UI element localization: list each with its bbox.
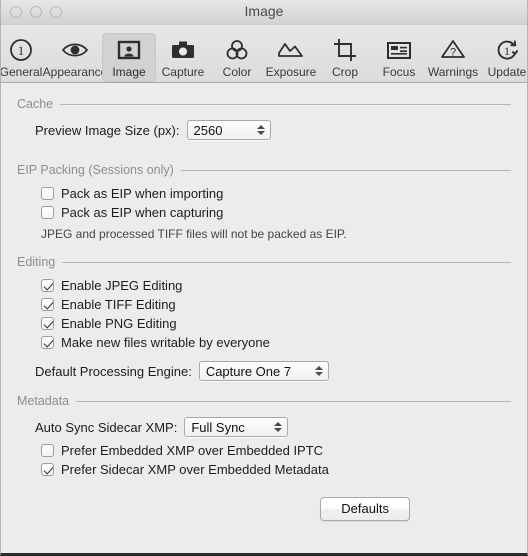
preview-image-size-value: 2560	[193, 122, 223, 138]
section-header-editing: Editing	[17, 255, 511, 269]
histogram-icon	[276, 36, 306, 64]
footer-button-row: Defaults	[17, 497, 511, 521]
make-files-writable-checkbox[interactable]	[41, 336, 54, 349]
chevron-down-icon[interactable]	[274, 428, 283, 432]
portrait-frame-icon	[116, 36, 142, 64]
toolbar-item-capture[interactable]: Capture	[156, 33, 210, 82]
pack-eip-importing-label: Pack as EIP when importing	[61, 186, 224, 201]
preferences-toolbar: 1 General Appearance Image Capture Color…	[1, 25, 527, 83]
pack-eip-capturing-checkbox[interactable]	[41, 206, 54, 219]
enable-jpeg-editing-row[interactable]: Enable JPEG Editing	[17, 278, 511, 293]
toolbar-item-exposure[interactable]: Exposure	[264, 33, 318, 82]
section-header-eip: EIP Packing (Sessions only)	[17, 163, 511, 177]
preferences-content: Cache Preview Image Size (px): 2560 EIP …	[1, 83, 527, 553]
window-title: Image	[244, 3, 284, 19]
prefer-sidecar-xmp-label: Prefer Sidecar XMP over Embedded Metadat…	[61, 462, 329, 477]
section-title-eip: EIP Packing (Sessions only)	[17, 163, 174, 177]
prefer-sidecar-xmp-checkbox[interactable]	[41, 463, 54, 476]
default-processing-engine-select[interactable]: Capture One 7	[198, 361, 329, 381]
auto-sync-sidecar-xmp-select[interactable]: Full Sync	[184, 417, 289, 437]
enable-png-editing-checkbox[interactable]	[41, 317, 54, 330]
enable-jpeg-editing-checkbox[interactable]	[41, 279, 54, 292]
make-files-writable-label: Make new files writable by everyone	[61, 335, 270, 350]
toolbar-item-warnings[interactable]: ? Warnings	[426, 33, 480, 82]
auto-sync-sidecar-xmp-value: Full Sync	[191, 419, 245, 435]
pack-eip-capturing-row[interactable]: Pack as EIP when capturing	[17, 205, 511, 220]
enable-tiff-editing-row[interactable]: Enable TIFF Editing	[17, 297, 511, 312]
svg-text:?: ?	[450, 47, 456, 59]
chevron-up-icon[interactable]	[274, 422, 283, 426]
chevron-up-icon[interactable]	[314, 366, 323, 370]
chevron-down-icon[interactable]	[256, 131, 265, 135]
pack-eip-capturing-label: Pack as EIP when capturing	[61, 205, 224, 220]
warning-triangle-icon: ?	[439, 36, 467, 64]
stepper-arrows[interactable]	[256, 125, 268, 135]
toolbar-item-exposure-label: Exposure	[265, 65, 317, 79]
section-divider	[76, 400, 511, 402]
circled-one-icon: 1	[8, 36, 34, 64]
toolbar-item-update[interactable]: 1 Update	[480, 33, 527, 82]
preview-image-size-label: Preview Image Size (px):	[35, 122, 180, 138]
auto-sync-sidecar-xmp-row: Auto Sync Sidecar XMP: Full Sync	[17, 417, 511, 437]
toolbar-item-image-label: Image	[112, 65, 146, 79]
svg-text:1: 1	[504, 44, 510, 58]
section-title-editing: Editing	[17, 255, 56, 269]
toolbar-item-crop[interactable]: Crop	[318, 33, 372, 82]
prefer-embedded-xmp-label: Prefer Embedded XMP over Embedded IPTC	[61, 443, 324, 458]
section-title-cache: Cache	[17, 97, 54, 111]
toolbar-item-appearance-label: Appearance	[42, 65, 108, 79]
eip-note: JPEG and processed TIFF files will not b…	[41, 227, 347, 241]
make-files-writable-row[interactable]: Make new files writable by everyone	[17, 335, 511, 350]
pack-eip-importing-checkbox[interactable]	[41, 187, 54, 200]
toolbar-item-crop-label: Crop	[331, 65, 358, 79]
section-divider	[180, 169, 511, 171]
grid-panel-icon	[385, 36, 413, 64]
chevron-up-icon[interactable]	[256, 125, 265, 129]
stepper-arrows[interactable]	[274, 422, 285, 432]
default-processing-engine-value: Capture One 7	[205, 363, 292, 379]
preview-image-size-stepper[interactable]: 2560	[186, 120, 271, 140]
toolbar-item-warnings-label: Warnings	[427, 65, 479, 79]
camera-icon	[169, 36, 197, 64]
eye-icon	[60, 36, 90, 64]
prefer-sidecar-xmp-row[interactable]: Prefer Sidecar XMP over Embedded Metadat…	[17, 462, 511, 477]
toolbar-item-appearance[interactable]: Appearance	[43, 33, 107, 82]
toolbar-item-general-label: General	[0, 65, 43, 79]
default-processing-engine-label: Default Processing Engine:	[35, 363, 192, 379]
section-divider	[62, 261, 511, 263]
auto-sync-sidecar-xmp-label: Auto Sync Sidecar XMP:	[35, 419, 178, 435]
crop-marks-icon	[332, 36, 358, 64]
prefer-embedded-xmp-row[interactable]: Prefer Embedded XMP over Embedded IPTC	[17, 443, 511, 458]
enable-tiff-editing-checkbox[interactable]	[41, 298, 54, 311]
chevron-down-icon[interactable]	[314, 372, 323, 376]
defaults-button[interactable]: Defaults	[320, 497, 410, 521]
pack-eip-importing-row[interactable]: Pack as EIP when importing	[17, 186, 511, 201]
enable-jpeg-editing-label: Enable JPEG Editing	[61, 278, 183, 293]
toolbar-item-image[interactable]: Image	[102, 33, 156, 82]
toolbar-item-capture-label: Capture	[161, 65, 205, 79]
prefer-embedded-xmp-checkbox[interactable]	[41, 444, 54, 457]
preview-image-size-row: Preview Image Size (px): 2560	[17, 120, 511, 140]
toolbar-item-focus-label: Focus	[382, 65, 416, 79]
enable-png-editing-label: Enable PNG Editing	[61, 316, 177, 331]
toolbar-item-focus[interactable]: Focus	[372, 33, 426, 82]
enable-png-editing-row[interactable]: Enable PNG Editing	[17, 316, 511, 331]
section-header-metadata: Metadata	[17, 394, 511, 408]
default-processing-engine-row: Default Processing Engine: Capture One 7	[17, 361, 511, 381]
section-title-metadata: Metadata	[17, 394, 70, 408]
preferences-window: Image 1 General Appearance Image Capture…	[0, 0, 528, 556]
toolbar-item-color-label: Color	[222, 65, 252, 79]
three-circles-icon	[223, 36, 251, 64]
toolbar-item-color[interactable]: Color	[210, 33, 264, 82]
section-header-cache: Cache	[17, 97, 511, 111]
section-divider	[60, 103, 511, 105]
toolbar-item-general[interactable]: 1 General	[0, 33, 48, 82]
refresh-one-icon: 1	[493, 36, 521, 64]
svg-text:1: 1	[18, 43, 25, 58]
toolbar-item-update-label: Update	[487, 65, 527, 79]
stepper-arrows[interactable]	[314, 366, 326, 376]
enable-tiff-editing-label: Enable TIFF Editing	[61, 297, 176, 312]
title-bar: Image	[1, 0, 527, 25]
